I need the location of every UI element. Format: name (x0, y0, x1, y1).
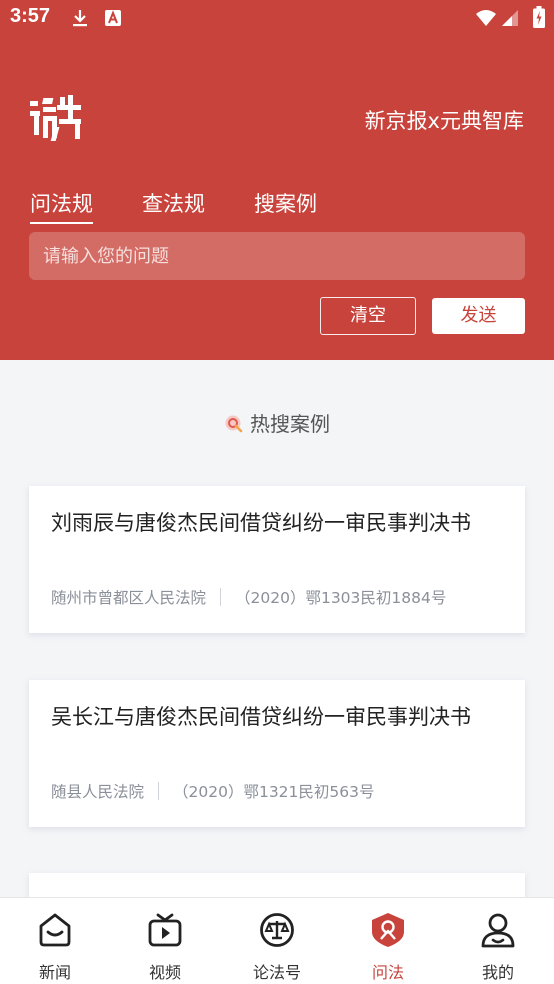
tab-ask-regulation[interactable]: 问法规 (30, 188, 93, 224)
hot-cases-heading: 热搜案例 (0, 408, 554, 437)
question-input[interactable] (29, 232, 525, 280)
nav-label: 我的 (481, 963, 514, 982)
case-meta: 随州市曾都区人民法院 （2020）鄂1303民初1884号 (51, 586, 446, 608)
tab-search-cases[interactable]: 搜案例 (254, 188, 317, 218)
nav-label: 问法 (371, 963, 404, 982)
status-time: 3:57 (10, 5, 51, 27)
ask-law-icon (372, 913, 404, 947)
meta-divider (220, 588, 222, 606)
case-court: 随县人民法院 (51, 783, 145, 801)
case-title: 吴长江与唐俊杰民间借贷纠纷一审民事判决书 (51, 705, 471, 729)
case-card[interactable]: 刘雨辰与唐俊杰民间借贷纠纷一审民事判决书 随州市曾都区人民法院 （2020）鄂13… (29, 486, 525, 633)
meta-divider (158, 782, 160, 800)
header: 3:57 新京报x元典智库 问法规 查法规 搜案例 请输入您的问题 清空 发送 (0, 0, 554, 360)
app-logo (30, 95, 81, 141)
case-number: （2020）鄂1303民初1884号 (235, 589, 447, 607)
law-scale-icon (260, 913, 294, 947)
hot-search-icon (225, 415, 243, 433)
question-input-box (29, 232, 525, 280)
case-meta: 随县人民法院 （2020）鄂1321民初563号 (51, 780, 375, 802)
clear-button[interactable]: 清空 (320, 297, 416, 335)
wifi-icon (476, 10, 496, 26)
case-number: （2020）鄂1321民初563号 (173, 783, 375, 801)
case-title: 刘雨辰与唐俊杰民间借贷纠纷一审民事判决书 (51, 511, 471, 535)
case-court: 随州市曾都区人民法院 (51, 589, 207, 607)
section-title: 热搜案例 (250, 412, 330, 436)
nav-law-column[interactable]: 论法号 (222, 898, 332, 984)
nav-profile[interactable]: 我的 (443, 898, 553, 984)
signal-icon (502, 10, 518, 26)
nav-ask-law[interactable]: 问法 (333, 898, 443, 984)
tab-search-regulation[interactable]: 查法规 (142, 188, 205, 218)
partner-brand: 新京报x元典智库 (364, 109, 524, 133)
news-icon (39, 913, 71, 947)
profile-icon (481, 913, 515, 948)
status-bar: 3:57 (0, 0, 554, 38)
case-card[interactable]: 吴长江与唐俊杰民间借贷纠纷一审民事判决书 随县人民法院 （2020）鄂1321民初… (29, 680, 525, 827)
nav-label: 论法号 (252, 963, 301, 982)
nav-label: 视频 (148, 963, 181, 982)
nav-label: 新闻 (38, 963, 71, 982)
nav-video[interactable]: 视频 (110, 898, 220, 984)
send-button[interactable]: 发送 (432, 298, 525, 334)
download-icon (73, 10, 87, 27)
bottom-nav: 新闻 视频 论法号 问法 我的 (0, 897, 554, 984)
video-icon (148, 913, 182, 947)
nav-news[interactable]: 新闻 (0, 898, 110, 984)
battery-icon (533, 6, 545, 28)
app-notification-icon (105, 10, 121, 26)
